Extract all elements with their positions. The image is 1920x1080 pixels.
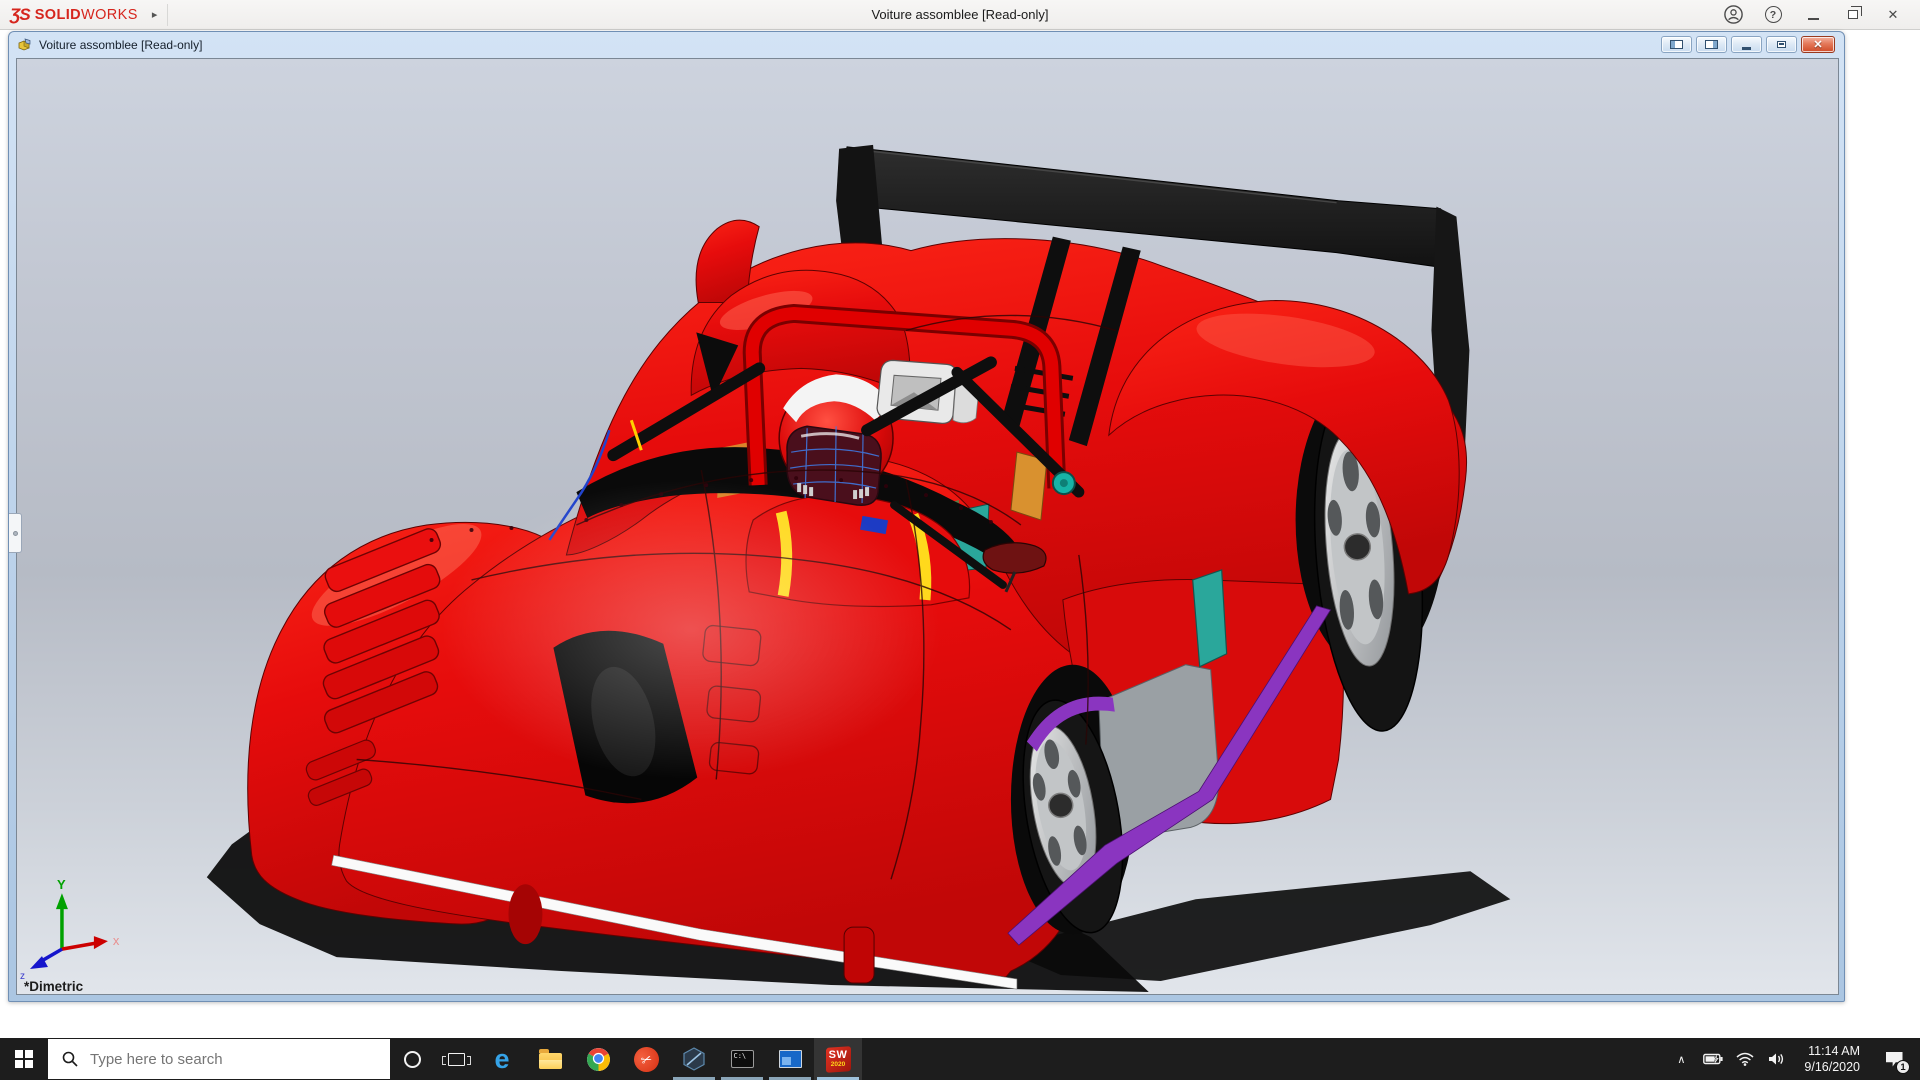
orientation-triad: Y x z [20,877,120,982]
notification-badge: 1 [1896,1060,1910,1074]
system-tray: ∧ 11:14 AM 9 [1668,1038,1920,1080]
close-button[interactable]: ✕ [1880,4,1906,26]
media-app-icon [779,1050,802,1068]
toolbar-divider [167,4,168,26]
tray-chevron-icon[interactable]: ∧ [1668,1038,1694,1080]
user-account-icon[interactable] [1720,4,1746,26]
doc-restore-button[interactable] [1766,36,1797,53]
taskbar-app-chrome[interactable] [574,1038,622,1080]
minimize-button[interactable] [1800,4,1826,26]
solidworks-logo[interactable]: ƷS SOLIDWORKS ▸ [0,0,168,29]
start-button[interactable] [0,1038,48,1080]
app-window-title: Voiture assomblee [Read-only] [0,7,1920,22]
hexagon-app-icon [681,1046,707,1072]
search-input[interactable] [90,1051,340,1068]
assembly-icon [17,37,33,53]
taskbar: e ✂ C:\ SW 2020 ∧ [0,1038,1920,1080]
feature-panel-tab[interactable] [9,513,22,553]
triad-x-label: x [113,933,120,948]
wifi-icon[interactable] [1732,1038,1758,1080]
pane-left-icon [1670,40,1683,49]
taskbar-app-command-prompt[interactable]: C:\ [718,1038,766,1080]
document-window: Voiture assomblee [Read-only] ✕ [8,31,1845,1002]
taskbar-app-file-explorer[interactable] [526,1038,574,1080]
tray-clock[interactable]: 11:14 AM 9/16/2020 [1796,1043,1868,1076]
fuel-cap-roundel [1053,472,1075,494]
cortana-icon [404,1051,421,1068]
chrome-icon [586,1047,611,1072]
menu-flyout-arrow-icon[interactable]: ▸ [152,8,158,21]
document-titlebar[interactable]: Voiture assomblee [Read-only] ✕ [9,32,1844,58]
edge-icon: e [494,1046,509,1073]
solidworks-wordmark: SOLIDWORKS [35,7,138,23]
taskbar-app-edge[interactable]: e [478,1038,526,1080]
triad-y-label: Y [57,877,66,892]
taskbar-app-media[interactable] [766,1038,814,1080]
task-view-button[interactable] [434,1038,478,1080]
battery-icon[interactable] [1700,1038,1726,1080]
document-title: Voiture assomblee [Read-only] [39,38,202,52]
solidworks-app-icon: SW 2020 [825,1046,852,1073]
restore-button[interactable] [1840,4,1866,26]
task-view-icon [448,1053,465,1066]
view-orientation-label: *Dimetric [24,979,84,994]
taskbar-search[interactable] [48,1039,390,1079]
search-icon [62,1051,78,1067]
pane-right-toggle-button[interactable] [1696,36,1727,53]
taskbar-app-snip[interactable]: ✂ [622,1038,670,1080]
volume-icon[interactable] [1764,1038,1790,1080]
tray-date: 9/16/2020 [1804,1060,1860,1074]
windows-logo-icon [15,1050,33,1068]
taskbar-app-solidworks[interactable]: SW 2020 [814,1038,862,1080]
scissors-icon: ✂ [630,1043,662,1075]
pane-left-toggle-button[interactable] [1661,36,1692,53]
graphics-viewport[interactable]: Y x z *Dimetric [16,58,1839,995]
file-explorer-icon [539,1053,562,1069]
cortana-button[interactable] [390,1038,434,1080]
app-window-controls: ? ✕ [1720,4,1920,26]
pane-right-icon [1705,40,1718,49]
doc-minimize-button[interactable] [1731,36,1762,53]
ds-logo-icon: ƷS [10,5,30,25]
action-center-button[interactable]: 1 [1874,1038,1914,1080]
app-titlebar: ƷS SOLIDWORKS ▸ Voiture assomblee [Read-… [0,0,1920,30]
tray-time: 11:14 AM [1808,1044,1860,1058]
doc-close-button[interactable]: ✕ [1801,36,1835,53]
taskbar-app-cad-tool[interactable] [670,1038,718,1080]
command-prompt-icon: C:\ [731,1050,754,1068]
document-window-controls: ✕ [1661,36,1835,53]
car-model: Y x z *Dimetric [17,59,1838,994]
help-icon[interactable]: ? [1760,4,1786,26]
